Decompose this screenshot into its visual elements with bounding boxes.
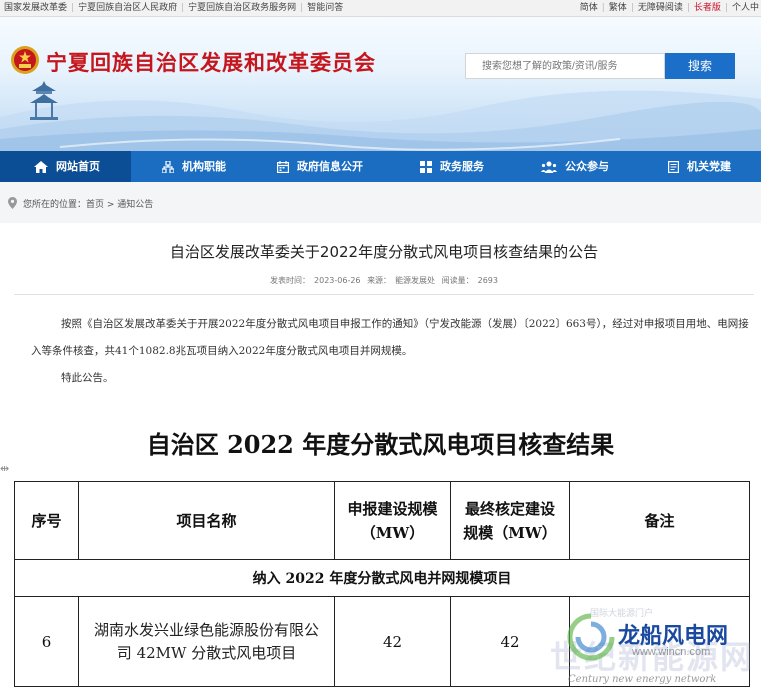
breadcrumb-current[interactable]: 通知公告 [117,200,153,210]
simplified-link[interactable]: 简体 [580,3,598,13]
nav-label: 网站首页 [56,160,100,173]
personal-center-link[interactable]: 个人中 [732,3,759,13]
result-title: 自治区 2022 年度分散式风电项目核查结果 [146,430,615,459]
nav-label: 政府信息公开 [297,160,363,173]
meta-divider [14,294,754,295]
nav-item-gov-info[interactable]: 政府信息公开 [277,151,363,182]
calendar-icon [277,161,290,174]
cell-final: 42 [450,596,570,687]
result-table: 序号 项目名称 申报建设规模（MW） 最终核定建设规模（MW） 备注 纳入 20… [14,481,750,687]
nav-item-services[interactable]: 政务服务 [420,151,484,182]
breadcrumb: 您所在的位置：首页 > 通知公告 [8,197,153,210]
nav-label: 机构职能 [182,160,226,173]
table-header-row: 序号 项目名称 申报建设规模（MW） 最终核定建设规模（MW） 备注 [14,481,750,560]
table-section-row: 纳入 2022 年度分散式风电并网规模项目 [14,559,750,597]
org-chart-icon [161,160,175,174]
cell-declared: 42 [334,596,451,687]
breadcrumb-home[interactable]: 首页 [86,200,104,210]
source-label: 来源： [367,276,392,285]
accessible-reading-link[interactable]: 无障碍阅读 [638,3,683,13]
grid-icon [420,161,432,173]
external-links: 国家发展改革委 | 宁夏回族自治区人民政府 | 宁夏回族自治区政务服务网 | 智能问答 [4,3,344,13]
article-panel: 自治区发展改革委关于2022年度分散式风电项目核查结果的公告 发表时间： 2023… [14,223,754,403]
header-name: 项目名称 [78,481,335,560]
views-count: 2693 [477,276,498,285]
article-paragraph: 按照《自治区发展改革委关于开展2022年度分散式风电项目申报工作的通知》（宁发改… [31,318,749,357]
cell-name: 湖南水发兴业绿色能源股份有限公司 42MW 分散式风电项目 [78,596,335,687]
search-button[interactable]: 搜索 [665,53,735,79]
header-declared: 申报建设规模（MW） [334,481,451,560]
header-remark: 备注 [569,481,750,560]
display-options: 简体 | 繁体 | 无障碍阅读 | 长者版 | 个人中 [579,3,759,13]
nav-label: 机关党建 [687,160,731,173]
decorative-waves [0,90,761,151]
document-icon [668,161,680,174]
nav-item-home[interactable]: 网站首页 [34,151,100,182]
site-title: 宁夏回族自治区发展和改革委员会 [46,50,376,75]
nav-label: 政务服务 [440,160,484,173]
views-label: 阅读量： [441,276,474,285]
nav-item-org[interactable]: 机构职能 [161,151,226,182]
pavilion-icon [30,81,58,120]
link-smart-qa[interactable]: 智能问答 [307,3,343,13]
breadcrumb-separator: > [104,200,118,210]
breadcrumb-bar: 您所在的位置：首页 > 通知公告 [0,182,761,223]
traditional-link[interactable]: 繁体 [609,3,627,13]
nav-label: 公众参与 [565,160,609,173]
link-gov-service[interactable]: 宁夏回族自治区政务服务网 [188,3,296,13]
section-label: 纳入 2022 年度分散式风电并网规模项目 [14,559,750,597]
people-icon [541,161,557,173]
cell-seq: 6 [14,596,79,687]
site-header: 宁夏回族自治区发展和改革委员会 搜索 [0,17,761,151]
link-region-gov[interactable]: 宁夏回族自治区人民政府 [78,3,177,13]
breadcrumb-prefix: 您所在的位置： [23,200,87,210]
cell-remark [569,596,750,687]
location-pin-icon [8,197,17,209]
header-final: 最终核定建设规模（MW） [450,481,570,560]
table-row: 6 湖南水发兴业绿色能源股份有限公司 42MW 分散式风电项目 42 42 [14,596,750,687]
elder-version-link[interactable]: 长者版 [694,3,721,13]
top-utility-bar: 国家发展改革委 | 宁夏回族自治区人民政府 | 宁夏回族自治区政务服务网 | 智能问答 简体… [0,0,761,17]
header-seq: 序号 [14,481,79,560]
article-meta: 发表时间： 2023-06-26 来源： 能源发展处 阅读量： 2693 [14,275,754,286]
article-title: 自治区发展改革委关于2022年度分散式风电项目核查结果的公告 [169,243,599,261]
main-nav: 网站首页 机构职能 政府信息公开 政务服务 公众参与 机关党建 [0,151,761,182]
nav-item-party[interactable]: 机关党建 [668,151,731,182]
publish-label: 发表时间： [270,276,311,285]
nav-item-participation[interactable]: 公众参与 [541,151,609,182]
resize-handle-icon[interactable]: ⇹ [0,462,12,478]
publish-date: 2023-06-26 [314,276,361,285]
link-ndrc[interactable]: 国家发展改革委 [4,3,67,13]
article-closing: 特此公告。 [61,372,114,384]
search-input[interactable] [465,53,665,79]
home-icon [34,161,48,173]
source-value: 能源发展处 [395,276,436,285]
national-emblem-icon [11,46,39,74]
